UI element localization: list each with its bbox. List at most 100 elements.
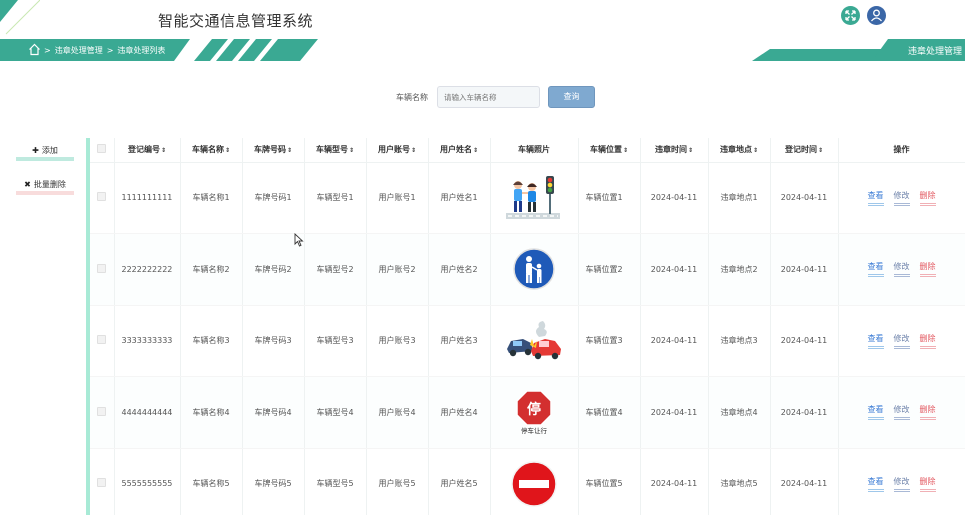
row-checkbox[interactable] xyxy=(90,448,115,515)
sort-icon: ⇕ xyxy=(224,147,231,155)
sort-icon: ⇕ xyxy=(410,147,417,155)
delete-button[interactable]: 删除 xyxy=(919,261,936,278)
cell-account: 用户账号3 xyxy=(366,305,429,377)
cell-violation-place: 违章地点1 xyxy=(708,162,771,234)
cell-location: 车辆位置5 xyxy=(578,448,641,515)
cell-violation-time: 2024-04-11 xyxy=(640,376,709,449)
car-crash-icon xyxy=(507,320,561,359)
home-icon[interactable] xyxy=(28,43,41,56)
cell-model: 车辆型号3 xyxy=(304,305,367,377)
column-header[interactable]: 登记时间⇕ xyxy=(770,138,839,163)
edit-button[interactable]: 修改 xyxy=(893,261,910,278)
cell-actions: 查看 修改 删除 xyxy=(838,305,965,377)
cell-violation-time: 2024-04-11 xyxy=(640,448,709,515)
view-button[interactable]: 查看 xyxy=(867,333,884,349)
view-button[interactable]: 查看 xyxy=(867,190,884,206)
edit-button[interactable]: 修改 xyxy=(893,476,910,492)
batch-delete-button[interactable]: ✖ 批量删除 xyxy=(16,177,74,195)
breadcrumb-item-violation-mgmt[interactable]: 违章处理管理 xyxy=(55,45,103,56)
cell-actions: 查看 修改 删除 xyxy=(838,448,965,515)
column-header[interactable]: 车牌号码⇕ xyxy=(242,138,305,163)
cell-name: 车辆名称2 xyxy=(180,233,243,306)
column-header[interactable]: 用户姓名⇕ xyxy=(428,138,491,163)
cell-account: 用户账号5 xyxy=(366,448,429,515)
row-checkbox[interactable] xyxy=(90,233,115,306)
cell-id: 4444444444 xyxy=(114,376,181,449)
pedestrians-traffic-light-icon xyxy=(506,175,560,219)
batch-delete-label: 批量删除 xyxy=(33,180,66,189)
cell-username: 用户姓名2 xyxy=(428,233,491,306)
delete-button[interactable]: 删除 xyxy=(919,404,936,421)
plus-icon: ✚ xyxy=(32,146,39,155)
column-header[interactable]: 违章时间⇕ xyxy=(640,138,709,163)
delete-button[interactable]: 删除 xyxy=(919,333,936,349)
cell-photo: 停 停车让行 xyxy=(490,376,579,449)
cell-register-time: 2024-04-11 xyxy=(770,162,839,234)
cell-violation-place: 违章地点2 xyxy=(708,233,771,306)
search-button[interactable]: 查询 xyxy=(548,86,595,108)
row-checkbox[interactable] xyxy=(90,305,115,377)
cell-actions: 查看 修改 删除 xyxy=(838,233,965,306)
column-header[interactable]: 车辆位置⇕ xyxy=(578,138,641,163)
edit-button[interactable]: 修改 xyxy=(893,333,910,349)
breadcrumb: > 违章处理管理 > 违章处理列表 xyxy=(0,39,320,61)
cell-photo xyxy=(490,162,579,234)
cell-photo xyxy=(490,305,579,377)
cell-model: 车辆型号4 xyxy=(304,376,367,449)
cell-plate: 车牌号码1 xyxy=(242,162,305,234)
section-banner: 违章处理管理 xyxy=(752,39,965,61)
delete-button[interactable]: 删除 xyxy=(919,476,936,492)
user-avatar-icon[interactable] xyxy=(867,6,886,25)
column-header[interactable]: 违章地点⇕ xyxy=(708,138,771,163)
table-row: 5555555555 车辆名称5 车牌号码5 车辆型号5 用户账号5 用户姓名5… xyxy=(90,448,965,515)
cell-violation-time: 2024-04-11 xyxy=(640,162,709,234)
pedestrian-sign-icon xyxy=(513,248,555,290)
sort-icon: ⇕ xyxy=(286,147,293,155)
stop-sign-icon: 停 停车让行 xyxy=(516,390,552,435)
cell-plate: 车牌号码4 xyxy=(242,376,305,449)
cell-plate: 车牌号码3 xyxy=(242,305,305,377)
search-input[interactable] xyxy=(437,86,540,108)
table-row: 2222222222 车辆名称2 车牌号码2 车辆型号2 用户账号2 用户姓名2 xyxy=(90,233,965,306)
edit-button[interactable]: 修改 xyxy=(893,404,910,421)
column-header[interactable]: 用户账号⇕ xyxy=(366,138,429,163)
table-row: 1111111111 车辆名称1 车牌号码1 车辆型号1 用户账号1 用户姓名1 xyxy=(90,162,965,234)
cell-violation-time: 2024-04-11 xyxy=(640,233,709,306)
column-header[interactable]: 车辆名称⇕ xyxy=(180,138,243,163)
cell-account: 用户账号1 xyxy=(366,162,429,234)
breadcrumb-item-violation-list[interactable]: 违章处理列表 xyxy=(117,45,165,56)
table-row: 3333333333 车辆名称3 车牌号码3 车辆型号3 用户账号3 用户姓名3 xyxy=(90,305,965,377)
edit-button[interactable]: 修改 xyxy=(893,190,910,206)
column-header[interactable]: 登记编号⇕ xyxy=(114,138,181,163)
cell-register-time: 2024-04-11 xyxy=(770,376,839,449)
cell-username: 用户姓名1 xyxy=(428,162,491,234)
sort-icon: ⇕ xyxy=(687,147,694,155)
cell-violation-place: 违章地点4 xyxy=(708,376,771,449)
cell-register-time: 2024-04-11 xyxy=(770,233,839,306)
cell-register-time: 2024-04-11 xyxy=(770,305,839,377)
cell-name: 车辆名称1 xyxy=(180,162,243,234)
select-all-checkbox[interactable] xyxy=(90,138,115,163)
view-button[interactable]: 查看 xyxy=(867,476,884,492)
cell-name: 车辆名称5 xyxy=(180,448,243,515)
view-button[interactable]: 查看 xyxy=(867,404,884,421)
cell-account: 用户账号2 xyxy=(366,233,429,306)
add-button[interactable]: ✚ 添加 xyxy=(16,143,74,161)
sort-icon: ⇕ xyxy=(160,147,167,155)
cell-id: 2222222222 xyxy=(114,233,181,306)
fullscreen-icon[interactable] xyxy=(841,6,860,25)
close-icon: ✖ xyxy=(24,180,31,189)
view-button[interactable]: 查看 xyxy=(867,261,884,278)
cell-photo xyxy=(490,448,579,515)
sort-icon: ⇕ xyxy=(752,147,759,155)
column-header[interactable]: 车辆型号⇕ xyxy=(304,138,367,163)
column-header: 操作 xyxy=(838,138,965,163)
cell-username: 用户姓名4 xyxy=(428,376,491,449)
row-checkbox[interactable] xyxy=(90,376,115,449)
cell-violation-place: 违章地点3 xyxy=(708,305,771,377)
cell-plate: 车牌号码5 xyxy=(242,448,305,515)
cell-location: 车辆位置1 xyxy=(578,162,641,234)
cell-model: 车辆型号2 xyxy=(304,233,367,306)
delete-button[interactable]: 删除 xyxy=(919,190,936,206)
row-checkbox[interactable] xyxy=(90,162,115,234)
